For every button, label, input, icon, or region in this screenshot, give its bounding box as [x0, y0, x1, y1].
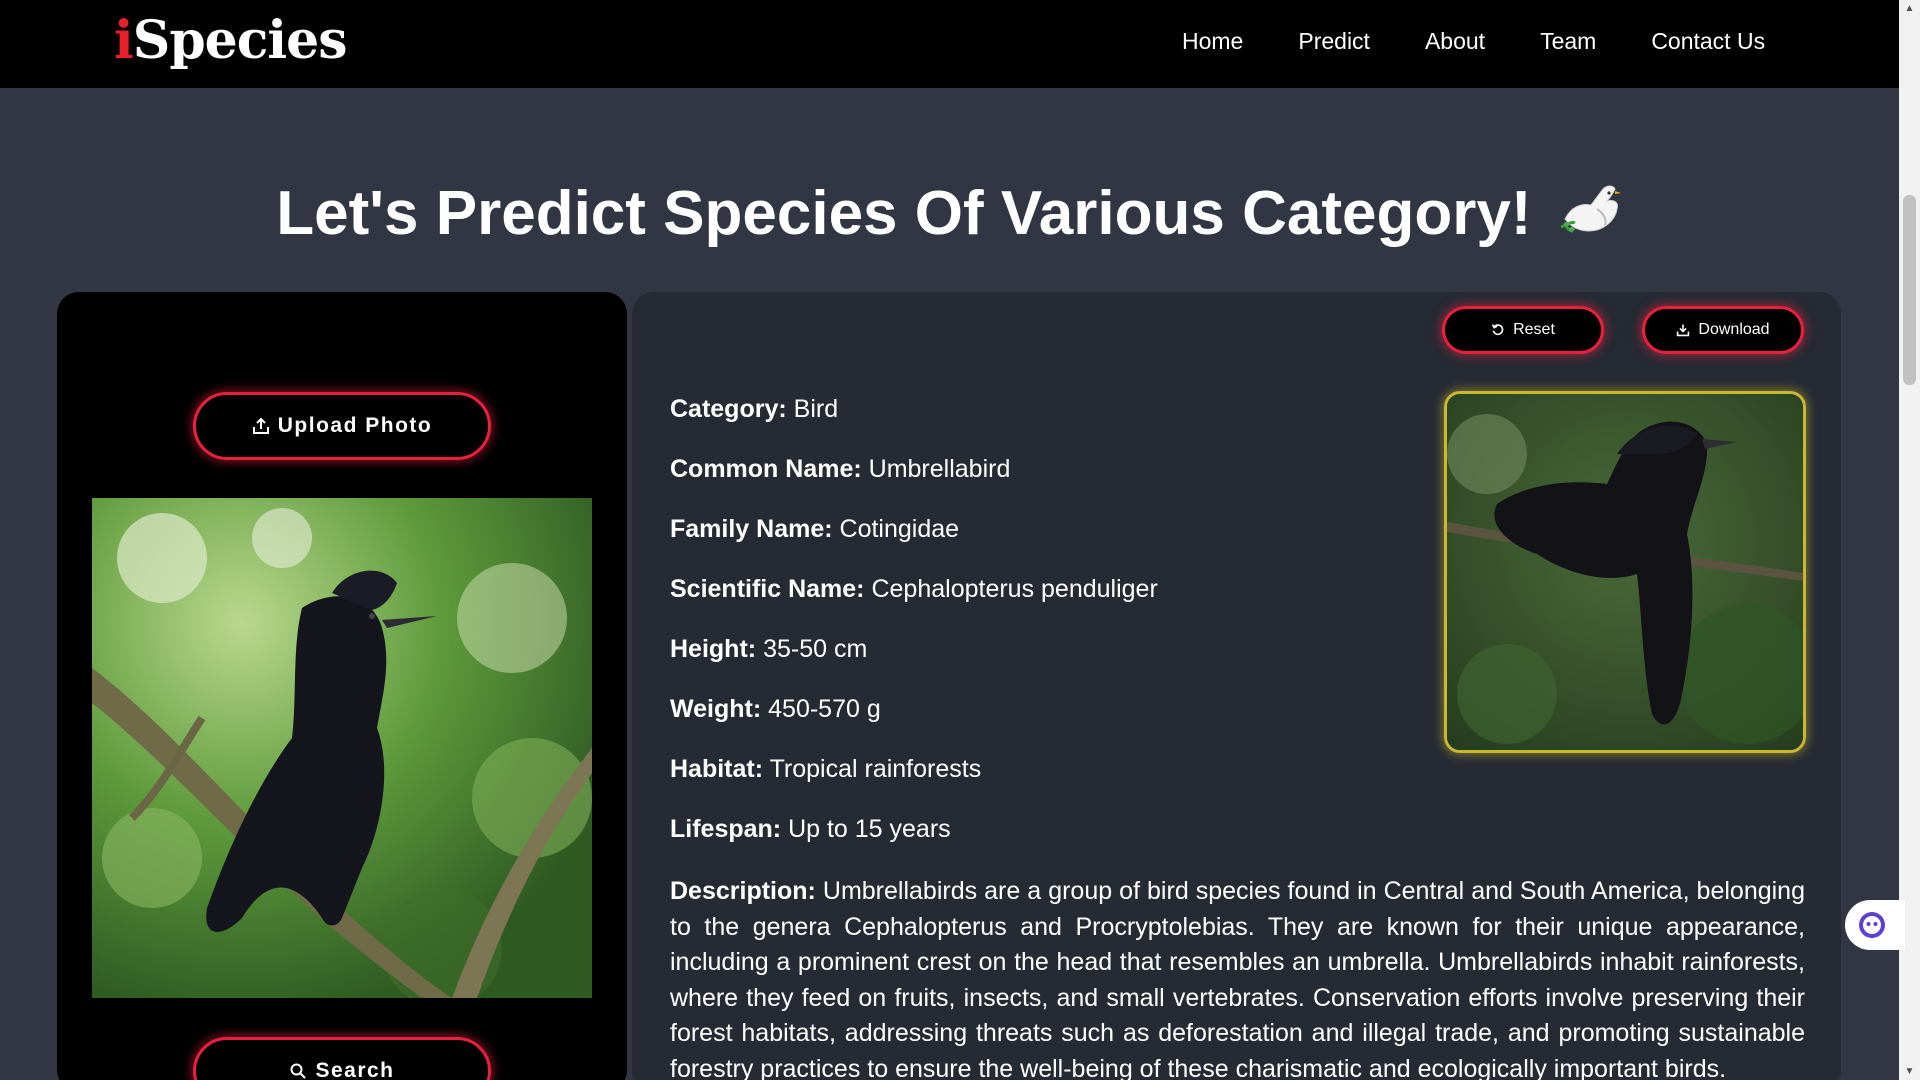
- info-label: Description:: [670, 877, 816, 905]
- info-value: Cephalopterus penduliger: [871, 575, 1158, 603]
- logo-species: Species: [132, 10, 348, 71]
- reset-label: Reset: [1513, 321, 1555, 338]
- logo-i: i: [114, 10, 134, 71]
- nav-link-home[interactable]: Home: [1182, 28, 1243, 55]
- info-label: Category:: [670, 395, 787, 423]
- search-icon: [290, 1063, 307, 1079]
- result-panel: Reset Download Category: Bird Common Nam…: [632, 292, 1841, 1080]
- chatbot-icon: [1859, 912, 1885, 938]
- info-row-height: Height: 35-50 cm: [670, 634, 1805, 664]
- info-label: Habitat:: [670, 755, 764, 783]
- info-label: Lifespan:: [670, 815, 782, 843]
- info-row-weight: Weight: 450-570 g: [670, 694, 1805, 724]
- info-value: 450-570 g: [768, 695, 881, 723]
- upload-photo-button[interactable]: Upload Photo: [193, 392, 491, 460]
- upload-photo-label: Upload Photo: [277, 414, 433, 437]
- info-row-category: Category: Bird: [670, 394, 1805, 424]
- info-value: Cotingidae: [839, 515, 960, 543]
- scroll-down-arrow-icon[interactable]: ▼: [1899, 1063, 1920, 1080]
- info-row-description: Description: Umbrellabirds are a group o…: [670, 874, 1805, 1080]
- dove-icon: [1560, 185, 1621, 233]
- page-title: Let's Predict Species Of Various Categor…: [0, 178, 1899, 251]
- info-value: 35-50 cm: [763, 635, 868, 663]
- chat-widget-button[interactable]: [1845, 900, 1905, 950]
- upload-panel: Upload Photo Search: [57, 292, 627, 1080]
- search-label: Search: [315, 1059, 395, 1080]
- info-row-habitat: Habitat: Tropical rainforests: [670, 754, 1805, 784]
- scroll-up-arrow-icon[interactable]: ▲: [1899, 0, 1920, 17]
- scroll-thumb[interactable]: [1903, 195, 1916, 385]
- info-row-family-name: Family Name: Cotingidae: [670, 514, 1805, 544]
- info-row-common-name: Common Name: Umbrellabird: [670, 454, 1805, 484]
- reset-button[interactable]: Reset: [1442, 306, 1604, 354]
- info-row-lifespan: Lifespan: Up to 15 years: [670, 814, 1805, 844]
- info-label: Weight:: [670, 695, 762, 723]
- upload-icon: [252, 417, 269, 434]
- species-info-list: Category: Bird Common Name: Umbrellabird…: [670, 394, 1805, 1080]
- description-text: Umbrellabirds are a group of bird specie…: [670, 877, 1805, 1080]
- nav-link-contact-us[interactable]: Contact Us: [1651, 28, 1765, 55]
- reset-icon: [1491, 324, 1504, 336]
- navbar: iSpecies Home Predict About Team Contact…: [0, 0, 1899, 88]
- download-button[interactable]: Download: [1642, 306, 1804, 354]
- nav-link-predict[interactable]: Predict: [1298, 28, 1370, 55]
- download-label: Download: [1698, 321, 1770, 338]
- info-label: Family Name:: [670, 515, 833, 543]
- nav-links: Home Predict About Team Contact Us: [1182, 28, 1765, 55]
- logo[interactable]: iSpecies: [114, 10, 348, 71]
- nav-link-about[interactable]: About: [1425, 28, 1485, 55]
- info-label: Height:: [670, 635, 757, 663]
- info-value: Up to 15 years: [788, 815, 951, 843]
- info-label: Common Name:: [670, 455, 862, 483]
- page-title-text: Let's Predict Species Of Various Categor…: [276, 179, 1532, 248]
- info-row-scientific-name: Scientific Name: Cephalopterus pendulige…: [670, 574, 1805, 604]
- info-value: Tropical rainforests: [769, 755, 982, 783]
- info-value: Umbrellabird: [868, 455, 1011, 483]
- search-button[interactable]: Search: [193, 1037, 491, 1080]
- uploaded-bird-photo: [92, 498, 592, 998]
- download-icon: [1677, 324, 1690, 337]
- info-label: Scientific Name:: [670, 575, 865, 603]
- info-value: Bird: [793, 395, 839, 423]
- nav-link-team[interactable]: Team: [1540, 28, 1596, 55]
